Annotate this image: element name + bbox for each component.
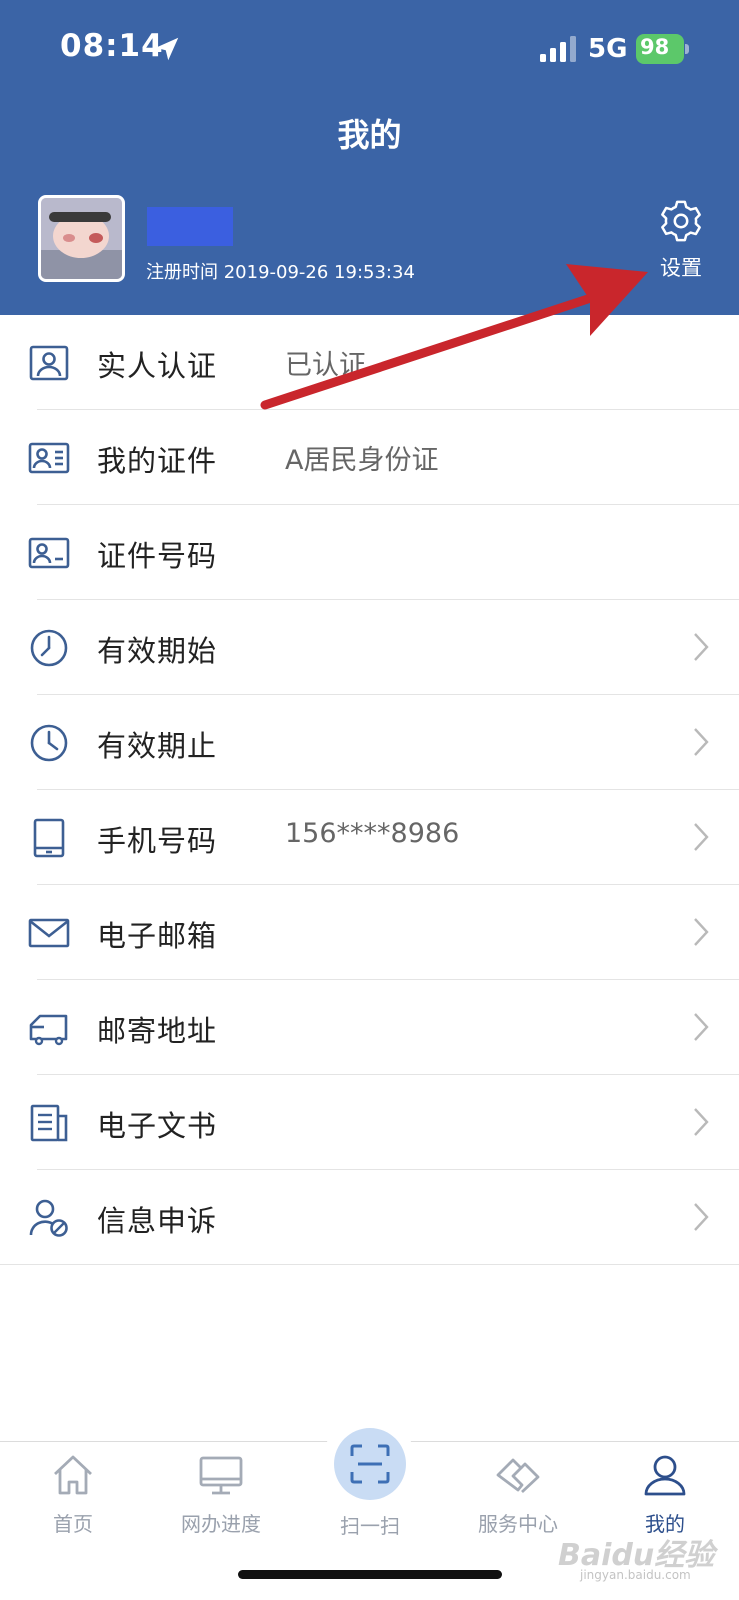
clock-end-icon bbox=[30, 724, 68, 762]
list-item-label: 实人认证 bbox=[97, 349, 218, 383]
avatar[interactable] bbox=[38, 195, 125, 282]
battery-icon: 98 bbox=[636, 34, 690, 64]
list-item[interactable]: 证件号码 bbox=[0, 505, 739, 600]
chevron-right-icon bbox=[694, 633, 709, 661]
avatar-image bbox=[41, 198, 122, 279]
tab-label: 扫一扫 bbox=[340, 1514, 400, 1538]
list-item[interactable]: 电子邮箱 bbox=[0, 885, 739, 980]
location-arrow-icon bbox=[155, 37, 179, 61]
id-card-lines-icon bbox=[28, 442, 70, 474]
status-bar: 08:14 5G 98 bbox=[0, 0, 739, 100]
tab-label: 首页 bbox=[53, 1512, 93, 1536]
user-appeal-icon bbox=[29, 1199, 68, 1237]
page-title: 我的 bbox=[337, 116, 402, 154]
home-indicator[interactable] bbox=[238, 1570, 502, 1579]
battery-level: 98 bbox=[640, 35, 670, 59]
tab-progress[interactable]: 网办进度 bbox=[156, 1452, 286, 1552]
profile-info-list: 实人认证 已认证 我的证件 A居民身份证 证件号码 有效期始 有效期止 手机号码… bbox=[0, 315, 739, 1265]
watermark-url: jingyan.baidu.com bbox=[580, 1568, 691, 1582]
chevron-right-icon bbox=[694, 918, 709, 946]
list-item-label: 我的证件 bbox=[97, 444, 218, 478]
handshake-icon bbox=[496, 1458, 540, 1494]
list-item[interactable]: 有效期止 bbox=[0, 695, 739, 790]
delivery-truck-icon bbox=[29, 1014, 68, 1046]
mail-icon bbox=[28, 918, 70, 948]
status-time: 08:14 bbox=[60, 28, 164, 64]
list-item[interactable]: 手机号码 156****8986 bbox=[0, 790, 739, 885]
monitor-icon bbox=[199, 1456, 243, 1495]
list-item-label: 手机号码 bbox=[97, 824, 218, 858]
list-item[interactable]: 实人认证 已认证 bbox=[0, 315, 739, 410]
clock-start-icon bbox=[30, 629, 68, 667]
settings-label: 设置 bbox=[660, 256, 702, 280]
home-icon bbox=[54, 1455, 92, 1495]
user-name-redacted bbox=[147, 207, 233, 246]
user-icon bbox=[644, 1455, 686, 1496]
list-item-label: 有效期止 bbox=[97, 729, 218, 763]
id-card-person-icon bbox=[29, 345, 69, 381]
chevron-right-icon bbox=[694, 1013, 709, 1041]
chevron-right-icon bbox=[694, 823, 709, 851]
list-item-label: 邮寄地址 bbox=[97, 1014, 218, 1048]
settings-button[interactable]: 设置 bbox=[640, 198, 722, 288]
list-item-value: A居民身份证 bbox=[285, 445, 439, 476]
gear-icon bbox=[661, 200, 701, 242]
list-item-label: 信息申诉 bbox=[97, 1204, 218, 1238]
list-item[interactable]: 我的证件 A居民身份证 bbox=[0, 410, 739, 505]
profile-header: 08:14 5G 98 我的 注册时间 2019-09-26 19:53:34 bbox=[0, 0, 739, 315]
chevron-right-icon bbox=[694, 1203, 709, 1231]
chevron-right-icon bbox=[694, 1108, 709, 1136]
registration-time: 注册时间 2019-09-26 19:53:34 bbox=[146, 262, 415, 283]
list-item[interactable]: 有效期始 bbox=[0, 600, 739, 695]
scan-icon[interactable] bbox=[349, 1443, 391, 1485]
network-type: 5G bbox=[588, 34, 628, 64]
id-card-number-icon bbox=[28, 537, 70, 569]
tab-label: 网办进度 bbox=[181, 1512, 261, 1536]
list-item-label: 有效期始 bbox=[97, 634, 218, 668]
list-item-value: 已认证 bbox=[285, 350, 366, 381]
document-icon bbox=[30, 1104, 68, 1142]
list-item[interactable]: 电子文书 bbox=[0, 1075, 739, 1170]
list-item-value: 156****8986 bbox=[285, 818, 460, 849]
list-item-label: 电子文书 bbox=[97, 1109, 218, 1143]
list-item[interactable]: 邮寄地址 bbox=[0, 980, 739, 1075]
tab-home[interactable]: 首页 bbox=[8, 1452, 138, 1552]
list-item[interactable]: 信息申诉 bbox=[0, 1170, 739, 1265]
tablet-icon bbox=[33, 818, 65, 858]
cellular-signal-icon bbox=[540, 36, 576, 62]
list-item-label: 电子邮箱 bbox=[97, 919, 218, 953]
list-item-label: 证件号码 bbox=[97, 539, 218, 573]
chevron-right-icon bbox=[694, 728, 709, 756]
